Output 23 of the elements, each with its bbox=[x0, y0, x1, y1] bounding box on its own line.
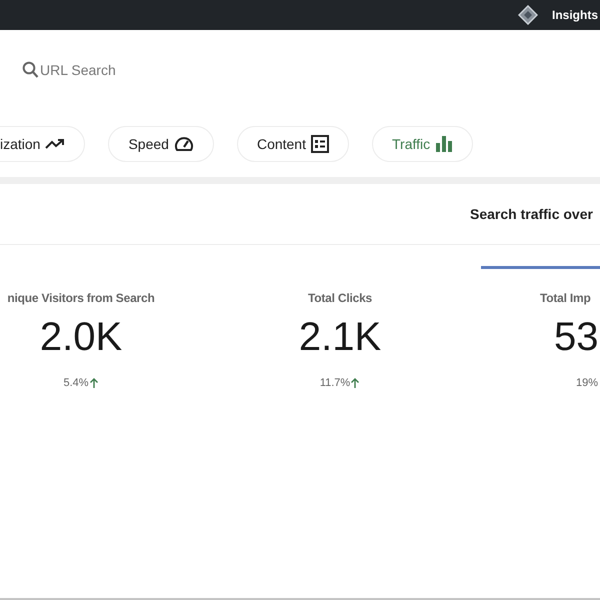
section-title: Search traffic over bbox=[470, 204, 593, 224]
metric-change: 11.7% bbox=[320, 376, 350, 391]
metric-change: 5.4% bbox=[63, 376, 89, 391]
bar-chart-icon bbox=[435, 135, 454, 153]
up-arrow-icon bbox=[350, 377, 360, 390]
metric-change: 19% bbox=[576, 376, 598, 391]
top-bar-title[interactable]: Insights bbox=[552, 6, 600, 24]
search-icon bbox=[22, 61, 39, 79]
metric-label: nique Visitors from Search bbox=[7, 290, 155, 307]
trend-up-icon bbox=[45, 138, 66, 150]
metric-value: 53 bbox=[553, 317, 598, 357]
gauge-icon bbox=[174, 135, 194, 153]
metric-value: 2.0K bbox=[40, 317, 122, 357]
filter-tab[interactable]: Traffic bbox=[372, 126, 474, 162]
filter-tab[interactable]: ization bbox=[0, 126, 86, 162]
filter-tab[interactable]: Content bbox=[236, 126, 349, 162]
metric-value: 2.1K bbox=[298, 317, 382, 357]
filter-tab[interactable]: Speed bbox=[108, 126, 214, 162]
up-arrow-icon bbox=[88, 377, 99, 390]
diamond-logo-icon bbox=[518, 5, 538, 25]
metric-label: Total Clicks bbox=[308, 290, 372, 307]
metric-label: Total Imp bbox=[539, 290, 591, 307]
list-icon bbox=[311, 135, 329, 153]
